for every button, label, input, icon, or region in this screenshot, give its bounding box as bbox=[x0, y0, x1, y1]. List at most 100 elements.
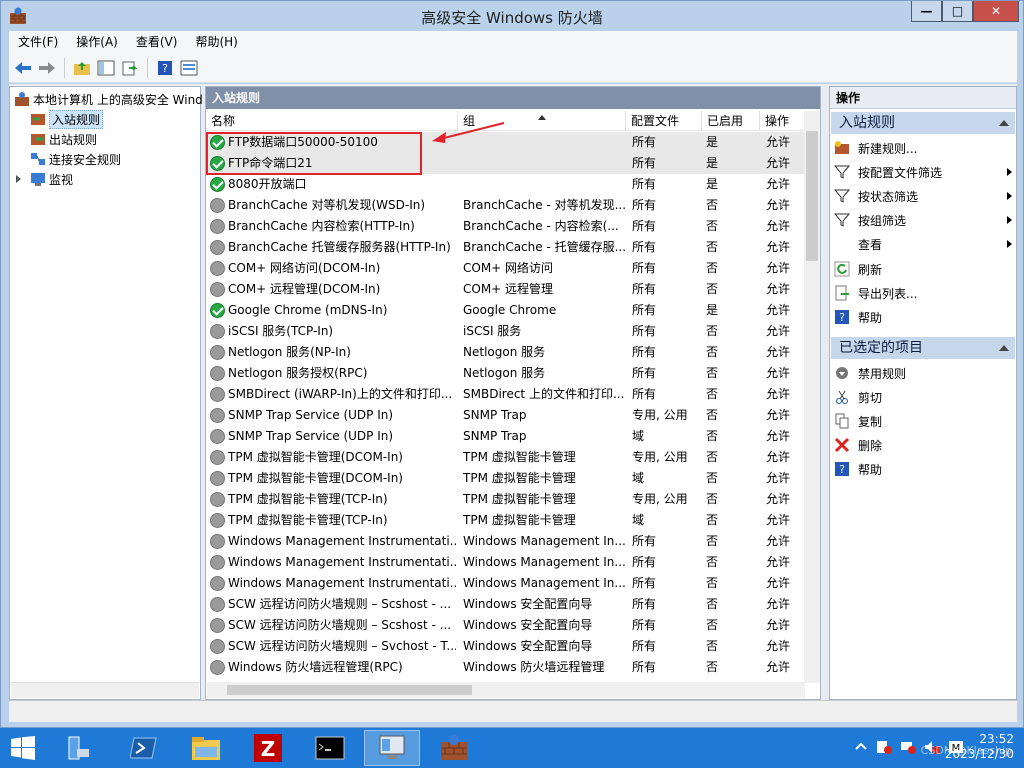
table-row[interactable]: Windows 防火墙远程管理(RPC) Windows 防火墙远程管理 所有 否 允许 bbox=[206, 657, 806, 678]
table-row[interactable]: SNMP Trap Service (UDP In) SNMP Trap 域 否 允许 bbox=[206, 426, 806, 447]
cell-name: Netlogon 服务授权(RPC) bbox=[228, 366, 368, 380]
tree-item-monitoring[interactable]: 监视 bbox=[16, 169, 73, 189]
help-icon[interactable]: ? bbox=[155, 58, 175, 78]
table-row[interactable]: BranchCache 对等机发现(WSD-In) BranchCache - 对… bbox=[206, 195, 806, 216]
taskbar-firewall-console[interactable] bbox=[364, 730, 420, 766]
tree-item-outbound-rules[interactable]: 出站规则 bbox=[30, 129, 97, 149]
inbound-rules-icon bbox=[31, 114, 45, 125]
table-row[interactable]: Netlogon 服务(NP-In) Netlogon 服务 所有 否 允许 bbox=[206, 342, 806, 363]
table-row[interactable]: TPM 虚拟智能卡管理(TCP-In) TPM 虚拟智能卡管理 专用, 公用 否 允许 bbox=[206, 489, 806, 510]
export-list-icon[interactable] bbox=[120, 58, 140, 78]
rules-horizontal-scrollbar[interactable] bbox=[207, 682, 805, 698]
taskbar-firewall-app[interactable] bbox=[426, 730, 482, 766]
column-profile[interactable]: 配置文件 bbox=[626, 111, 702, 131]
collapse-icon[interactable] bbox=[999, 120, 1009, 126]
help-icon: ? bbox=[835, 310, 849, 324]
console-content: 本地计算机 上的高级安全 Wind 入站规则 出站规则 连接安全规则 监视 入站… bbox=[9, 84, 1017, 700]
sort-arrow-icon bbox=[538, 115, 546, 120]
action-help[interactable]: ? 帮助 bbox=[834, 305, 1014, 329]
forward-arrow-icon[interactable] bbox=[37, 58, 57, 78]
show-hide-tree-icon[interactable] bbox=[96, 58, 116, 78]
tree-horizontal-scrollbar[interactable] bbox=[11, 682, 199, 698]
table-row[interactable]: SCW 远程访问防火墙规则 – Svchost - T... Windows 安全… bbox=[206, 636, 806, 657]
column-enabled[interactable]: 已启用 bbox=[702, 111, 760, 131]
tree-item-connection-security-rules[interactable]: 连接安全规则 bbox=[30, 149, 121, 169]
cell-name: BranchCache 对等机发现(WSD-In) bbox=[228, 198, 426, 212]
cell-enabled: 否 bbox=[706, 555, 719, 569]
action-label: 帮助 bbox=[858, 310, 883, 325]
cell-group: iSCSI 服务 bbox=[463, 324, 522, 338]
up-folder-icon[interactable] bbox=[72, 58, 92, 78]
taskbar-command-prompt[interactable] bbox=[302, 730, 358, 766]
actions-section-inbound-rules[interactable]: 入站规则 bbox=[831, 112, 1015, 134]
table-row[interactable]: TPM 虚拟智能卡管理(DCOM-In) TPM 虚拟智能卡管理 专用, 公用 否 允许 bbox=[206, 447, 806, 468]
action-new-rule[interactable]: 新建规则... bbox=[834, 136, 1014, 160]
cell-action: 允许 bbox=[766, 135, 791, 149]
menu-view[interactable]: 查看(V) bbox=[127, 31, 187, 53]
taskbar-file-explorer[interactable] bbox=[178, 730, 234, 766]
table-row[interactable]: SNMP Trap Service (UDP In) SNMP Trap 专用, 公… bbox=[206, 405, 806, 426]
cell-name: BranchCache 托管缓存服务器(HTTP-In) bbox=[228, 240, 451, 254]
table-row[interactable]: TPM 虚拟智能卡管理(DCOM-In) TPM 虚拟智能卡管理 域 否 允许 bbox=[206, 468, 806, 489]
close-button[interactable]: ✕ bbox=[973, 1, 1019, 22]
cell-group: SNMP Trap bbox=[463, 429, 527, 443]
taskbar-powershell[interactable] bbox=[116, 730, 172, 766]
minimize-button[interactable]: — bbox=[911, 1, 942, 22]
rules-vertical-scrollbar[interactable] bbox=[804, 111, 820, 683]
action-copy[interactable]: 复制 bbox=[834, 409, 1014, 433]
table-row[interactable]: COM+ 网络访问(DCOM-In) COM+ 网络访问 所有 否 允许 bbox=[206, 258, 806, 279]
column-action[interactable]: 操作 bbox=[760, 111, 806, 131]
table-row[interactable]: 8080开放端口 所有 是 允许 bbox=[206, 174, 806, 195]
action-filter-by-profile[interactable]: 按配置文件筛选 bbox=[834, 160, 1014, 184]
cell-name: BranchCache 内容检索(HTTP-In) bbox=[228, 219, 415, 233]
table-row[interactable]: SMBDirect (iWARP-In)上的文件和打印... SMBDirect … bbox=[206, 384, 806, 405]
table-row[interactable]: Windows Management Instrumentati... Windo… bbox=[206, 573, 806, 594]
action-help-selected[interactable]: ? 帮助 bbox=[834, 457, 1014, 481]
tree-item-inbound-rules[interactable]: 入站规则 bbox=[30, 109, 104, 129]
action-center-flag-icon[interactable] bbox=[876, 740, 892, 754]
windows-start-icon[interactable] bbox=[10, 736, 36, 760]
delete-x-icon bbox=[834, 437, 850, 453]
menu-action[interactable]: 操作(A) bbox=[67, 31, 127, 53]
cell-enabled: 否 bbox=[706, 450, 719, 464]
table-row[interactable]: BranchCache 托管缓存服务器(HTTP-In) BranchCache … bbox=[206, 237, 806, 258]
show-hidden-icons-icon[interactable] bbox=[854, 740, 868, 754]
disabled-rule-icon bbox=[210, 660, 225, 675]
expand-chevron-icon[interactable] bbox=[16, 175, 21, 183]
connection-security-icon bbox=[31, 153, 45, 165]
taskbar-server-manager[interactable] bbox=[50, 730, 106, 766]
table-row[interactable]: Windows Management Instrumentati... Windo… bbox=[206, 552, 806, 573]
table-row[interactable]: iSCSI 服务(TCP-In) iSCSI 服务 所有 否 允许 bbox=[206, 321, 806, 342]
action-export-list[interactable]: 导出列表... bbox=[834, 281, 1014, 305]
disabled-rule-icon bbox=[210, 597, 225, 612]
clock[interactable]: 23:52 2023/12/30 bbox=[945, 732, 1014, 762]
cell-name: Windows Management Instrumentati... bbox=[228, 534, 456, 548]
column-name[interactable]: 名称 bbox=[206, 111, 458, 131]
back-arrow-icon[interactable] bbox=[13, 58, 33, 78]
actions-section-selected-items[interactable]: 已选定的项目 bbox=[831, 337, 1015, 359]
action-filter-by-state[interactable]: 按状态筛选 bbox=[834, 184, 1014, 208]
table-row[interactable]: TPM 虚拟智能卡管理(TCP-In) TPM 虚拟智能卡管理 域 否 允许 bbox=[206, 510, 806, 531]
table-row[interactable]: BranchCache 内容检索(HTTP-In) BranchCache - 内… bbox=[206, 216, 806, 237]
action-delete[interactable]: 删除 bbox=[834, 433, 1014, 457]
collapse-icon[interactable] bbox=[999, 345, 1009, 351]
maximize-button[interactable]: □ bbox=[942, 1, 973, 22]
action-disable-rule[interactable]: 禁用规则 bbox=[834, 361, 1014, 385]
taskbar-filezilla[interactable]: Z bbox=[240, 730, 296, 766]
table-row[interactable]: Netlogon 服务授权(RPC) Netlogon 服务 所有 否 允许 bbox=[206, 363, 806, 384]
menu-file[interactable]: 文件(F) bbox=[9, 31, 67, 53]
menu-help[interactable]: 帮助(H) bbox=[186, 31, 246, 53]
action-view[interactable]: 查看 bbox=[834, 232, 1014, 256]
network-icon[interactable] bbox=[900, 740, 916, 754]
action-cut[interactable]: 剪切 bbox=[834, 385, 1014, 409]
table-row[interactable]: SCW 远程访问防火墙规则 – Scshost - ... Windows 安全配… bbox=[206, 594, 806, 615]
table-row[interactable]: COM+ 远程管理(DCOM-In) COM+ 远程管理 所有 否 允许 bbox=[206, 279, 806, 300]
action-filter-by-group[interactable]: 按组筛选 bbox=[834, 208, 1014, 232]
table-row[interactable]: Google Chrome (mDNS-In) Google Chrome 所有 是 允… bbox=[206, 300, 806, 321]
properties-view-icon[interactable] bbox=[179, 58, 199, 78]
table-row[interactable]: Windows Management Instrumentati... Windo… bbox=[206, 531, 806, 552]
tree-root[interactable]: 本地计算机 上的高级安全 Wind bbox=[14, 89, 203, 109]
table-row[interactable]: SCW 远程访问防火墙规则 – Scshost - ... Windows 安全配… bbox=[206, 615, 806, 636]
action-refresh[interactable]: 刷新 bbox=[834, 257, 1014, 281]
cell-enabled: 否 bbox=[706, 576, 719, 590]
